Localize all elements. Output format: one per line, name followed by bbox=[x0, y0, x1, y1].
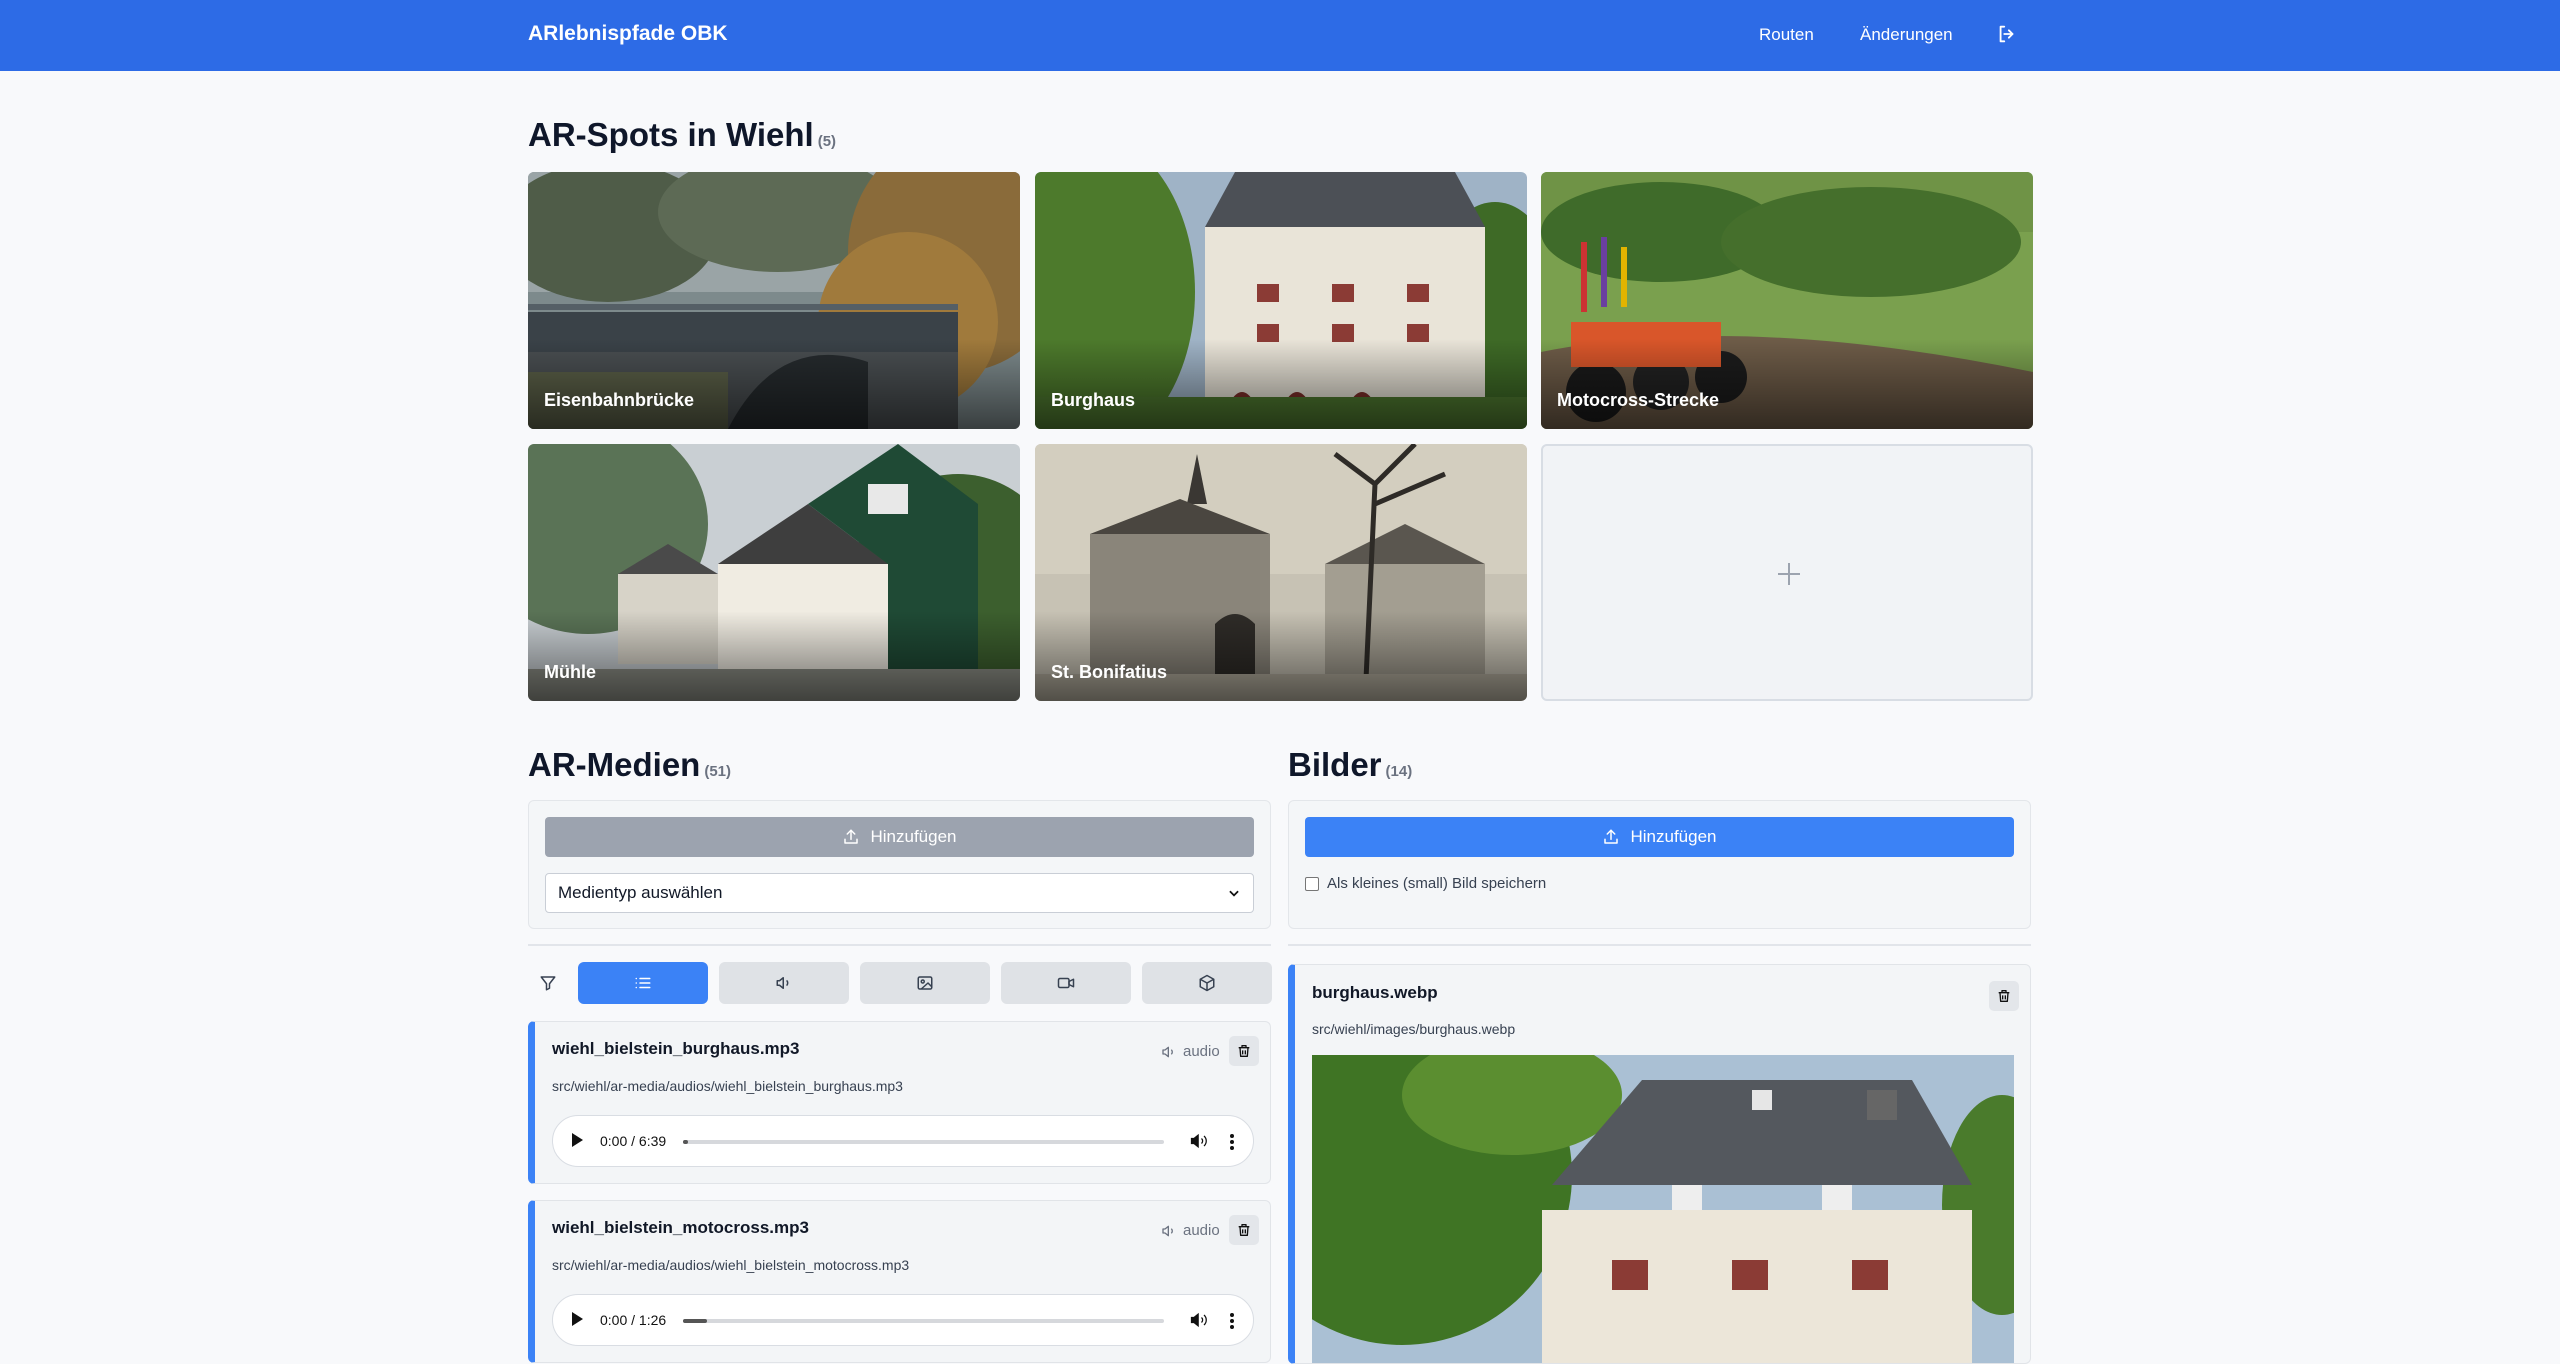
image-item[interactable]: burghaus.webp src/wiehl/images/burghaus.… bbox=[1288, 964, 2031, 1364]
media-item-type: audio bbox=[1161, 1222, 1220, 1239]
media-item-type-label: audio bbox=[1183, 1222, 1220, 1239]
media-item[interactable]: wiehl_bielstein_motocross.mp3 audio src/… bbox=[528, 1200, 1271, 1363]
spot-card-motocross[interactable]: Motocross-Strecke bbox=[1541, 172, 2033, 429]
media-type-select-value: Medientyp auswählen bbox=[558, 883, 723, 902]
spot-card-st-bonifatius[interactable]: St. Bonifatius bbox=[1035, 444, 1527, 701]
audio-icon bbox=[1162, 1225, 1173, 1236]
more-options-icon[interactable] bbox=[1225, 1131, 1239, 1153]
player-time: 0:00 / 6:39 bbox=[600, 1133, 667, 1149]
logout-icon[interactable] bbox=[1996, 23, 2018, 45]
image-icon bbox=[917, 976, 933, 990]
spot-label: Burghaus bbox=[1051, 390, 1136, 410]
nav-aenderungen[interactable]: Änderungen bbox=[1860, 25, 1953, 45]
trash-icon bbox=[1238, 1224, 1250, 1236]
volume-icon[interactable] bbox=[1189, 1131, 1209, 1151]
plus-icon bbox=[1778, 563, 1800, 585]
images-title: Bilder bbox=[1288, 746, 1382, 783]
spots-title: AR-Spots in Wiehl bbox=[528, 116, 814, 153]
upload-icon bbox=[1604, 829, 1619, 844]
audio-player[interactable]: 0:00 / 1:26 bbox=[552, 1294, 1254, 1346]
audio-player[interactable]: 0:00 / 6:39 bbox=[552, 1115, 1254, 1167]
audio-icon bbox=[776, 977, 789, 989]
media-type-select[interactable]: Medientyp auswählen bbox=[545, 873, 1254, 913]
media-item-path: src/wiehl/ar-media/audios/wiehl_bielstei… bbox=[552, 1257, 910, 1273]
media-title: AR-Medien bbox=[528, 746, 701, 783]
media-item-path: src/wiehl/ar-media/audios/wiehl_bielstei… bbox=[552, 1078, 903, 1094]
spots-heading: AR-Spots in Wiehl (5) bbox=[528, 116, 836, 154]
images-upload-panel: Hinzufügen Als kleines (small) Bild spei… bbox=[1288, 800, 2031, 929]
chevron-down-icon bbox=[1229, 890, 1239, 897]
player-time: 0:00 / 1:26 bbox=[600, 1312, 667, 1328]
spot-label: Eisenbahnbrücke bbox=[544, 390, 695, 410]
filter-3d-button[interactable] bbox=[1142, 962, 1272, 1004]
spot-card-muehle[interactable]: Mühle bbox=[528, 444, 1020, 701]
delete-button[interactable] bbox=[1229, 1036, 1259, 1066]
player-seek-bar[interactable] bbox=[683, 1319, 1164, 1323]
small-image-option: Als kleines (small) Bild speichern bbox=[1305, 875, 1546, 892]
video-icon bbox=[1057, 977, 1075, 989]
spot-shade bbox=[1035, 611, 1527, 701]
media-upload-panel: Hinzufügen Medientyp auswählen bbox=[528, 800, 1271, 929]
volume-icon[interactable] bbox=[1189, 1310, 1209, 1330]
small-image-checkbox[interactable] bbox=[1305, 876, 1319, 891]
player-progress bbox=[683, 1140, 688, 1144]
spot-card-burghaus[interactable]: Burghaus bbox=[1035, 172, 1527, 429]
more-options-icon[interactable] bbox=[1225, 1310, 1239, 1332]
cube-icon bbox=[1199, 974, 1215, 992]
filter-audio-button[interactable] bbox=[719, 962, 849, 1004]
media-item-name: wiehl_bielstein_burghaus.mp3 bbox=[552, 1039, 800, 1058]
media-count: (51) bbox=[704, 763, 732, 780]
filter-icon[interactable] bbox=[539, 974, 557, 992]
media-item[interactable]: wiehl_bielstein_burghaus.mp3 audio src/w… bbox=[528, 1021, 1271, 1184]
images-add-button[interactable]: Hinzufügen bbox=[1305, 817, 2014, 857]
nav-routen[interactable]: Routen bbox=[1759, 25, 1814, 45]
filter-video-button[interactable] bbox=[1001, 962, 1131, 1004]
spot-shade bbox=[528, 339, 1020, 429]
media-item-type: audio bbox=[1161, 1043, 1220, 1060]
audio-icon bbox=[1162, 1046, 1173, 1057]
upload-icon bbox=[844, 829, 859, 844]
spot-card-eisenbahnbruecke[interactable]: Eisenbahnbrücke bbox=[528, 172, 1020, 429]
images-add-label: Hinzufügen bbox=[1630, 827, 1717, 846]
media-divider bbox=[528, 944, 1271, 946]
list-icon bbox=[635, 977, 651, 989]
media-heading: AR-Medien (51) bbox=[528, 746, 731, 784]
media-item-name: wiehl_bielstein_motocross.mp3 bbox=[552, 1218, 809, 1237]
delete-button[interactable] bbox=[1229, 1215, 1259, 1245]
filter-image-button[interactable] bbox=[860, 962, 990, 1004]
images-heading: Bilder (14) bbox=[1288, 746, 1412, 784]
spot-shade bbox=[528, 611, 1020, 701]
spot-label: Mühle bbox=[544, 662, 596, 682]
spots-count: (5) bbox=[817, 133, 837, 150]
top-navigation-bar: ARlebnispfade OBK Routen Änderungen bbox=[0, 0, 2560, 71]
images-count: (14) bbox=[1385, 763, 1413, 780]
image-preview bbox=[1312, 1055, 2014, 1363]
media-add-button[interactable]: Hinzufügen bbox=[545, 817, 1254, 857]
player-seek-bar[interactable] bbox=[683, 1140, 1164, 1144]
delete-button[interactable] bbox=[1989, 981, 2019, 1011]
images-divider bbox=[1288, 944, 2031, 946]
media-add-label: Hinzufügen bbox=[870, 827, 957, 846]
trash-icon bbox=[1998, 990, 2010, 1002]
media-item-type-label: audio bbox=[1183, 1043, 1220, 1060]
spot-label: Motocross-Strecke bbox=[1557, 390, 1720, 410]
image-item-path: src/wiehl/images/burghaus.webp bbox=[1312, 1021, 1516, 1037]
play-icon[interactable] bbox=[572, 1133, 583, 1147]
play-icon[interactable] bbox=[572, 1312, 583, 1326]
spot-shade bbox=[1541, 339, 2033, 429]
filter-all-button[interactable] bbox=[578, 962, 708, 1004]
spot-shade bbox=[1035, 339, 1527, 429]
add-spot-card[interactable] bbox=[1541, 444, 2033, 701]
image-item-name: burghaus.webp bbox=[1312, 983, 1438, 1002]
trash-icon bbox=[1238, 1045, 1250, 1057]
spot-label: St. Bonifatius bbox=[1051, 662, 1167, 682]
small-image-label: Als kleines (small) Bild speichern bbox=[1327, 875, 1547, 892]
app-title[interactable]: ARlebnispfade OBK bbox=[528, 22, 728, 46]
player-progress bbox=[683, 1319, 708, 1323]
